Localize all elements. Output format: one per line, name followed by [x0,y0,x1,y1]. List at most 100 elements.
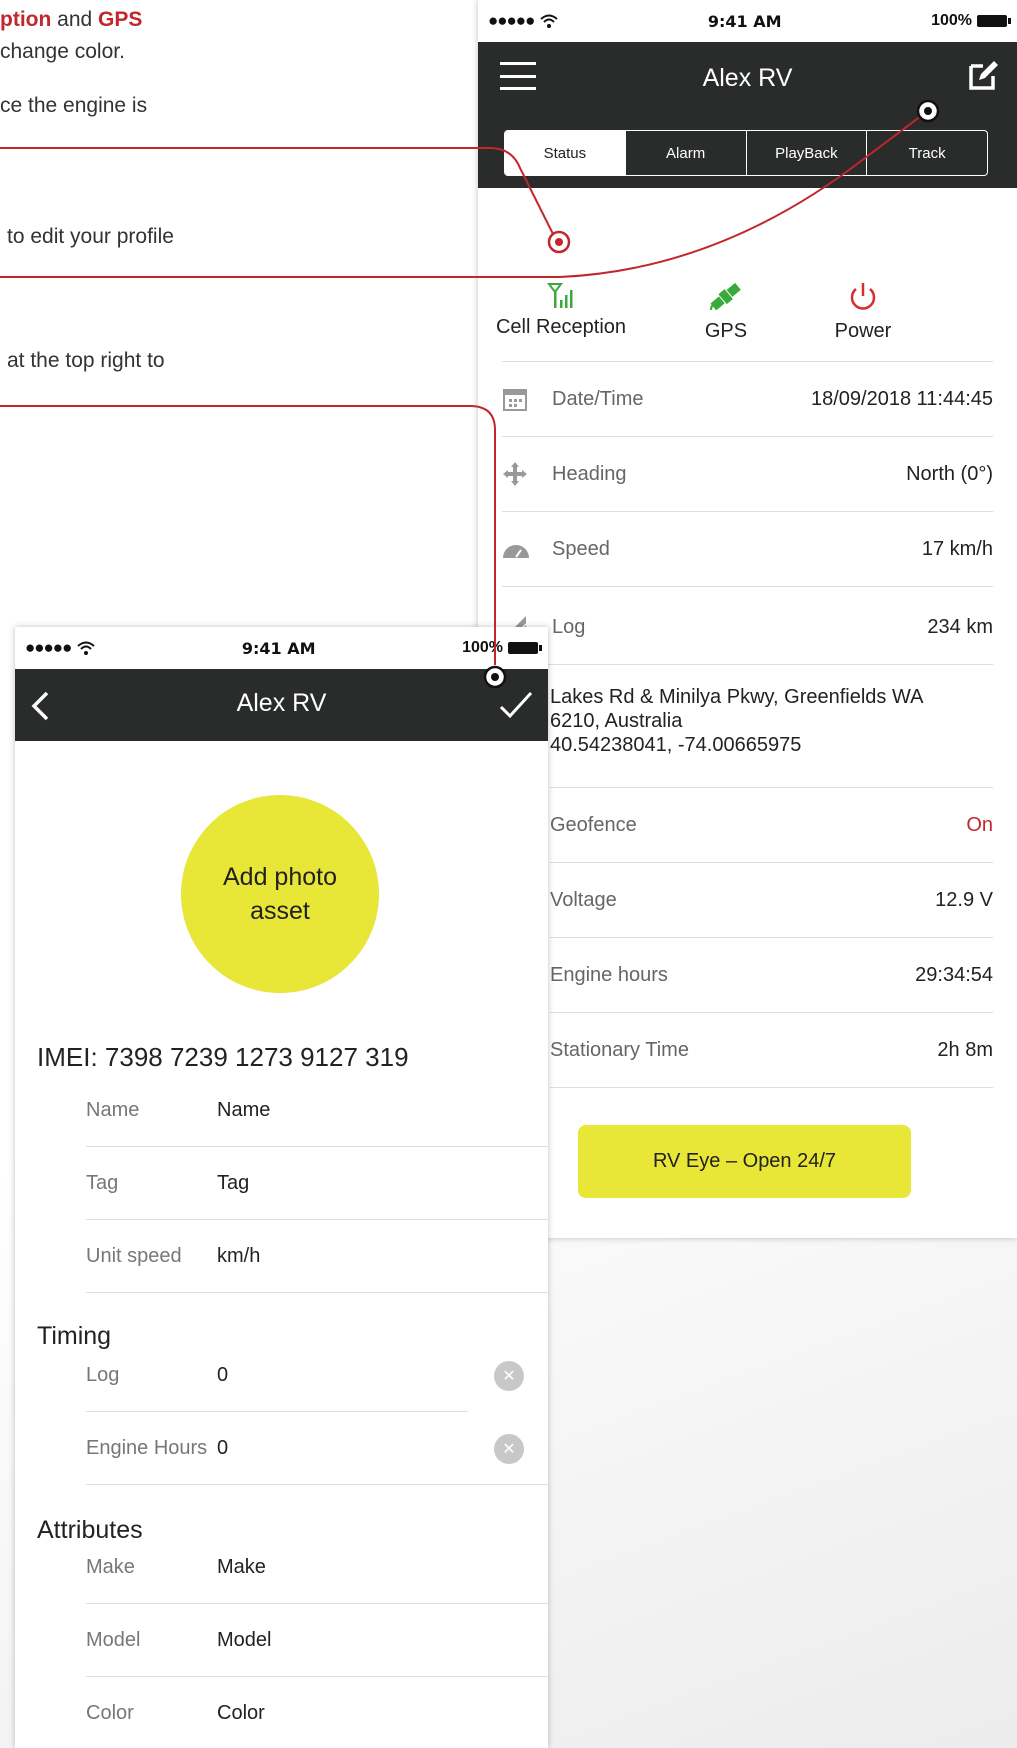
status-time: 9:41 AM [241,638,316,658]
engine-hours-label: Engine hours [550,963,668,986]
field-engine-hours[interactable]: Engine Hours 0 [86,1412,548,1485]
field-make-input[interactable]: Make [217,1556,548,1579]
log-value: 234 km [927,615,993,638]
geofence-value: On [966,813,993,836]
cell-signal-icon [547,283,573,308]
edit-icon[interactable] [967,60,999,92]
field-make-label: Make [86,1555,135,1578]
annotation-and: and [51,8,99,31]
page-title: Alex RV [702,64,793,92]
field-log[interactable]: Log 0 [86,1339,468,1412]
battery-icon [508,642,542,654]
indicator-label-power: Power [834,320,892,342]
speed-label: Speed [552,537,610,560]
clear-engine-hours-button[interactable]: ✕ [494,1434,524,1464]
engine-hours-value: 29:34:54 [915,963,993,986]
power-icon [850,283,876,310]
row-engine-hours: Engine hours 29:34:54 [550,938,993,1013]
wifi-icon [77,641,96,655]
speed-value: 17 km/h [921,537,993,560]
field-color-label: Color [86,1702,134,1724]
heading-label: Heading [552,462,627,485]
page-title: Alex RV [236,689,327,717]
field-tag-input[interactable]: Tag [217,1172,548,1195]
battery-percent: 100% [462,639,503,656]
log-label: Log [552,615,586,638]
signal-dots: ●●●●● [488,11,535,30]
field-color[interactable]: Color Color [86,1677,548,1748]
tab-alarm[interactable]: Alarm [624,131,746,175]
imei-label: IMEI: 7398 7239 1273 9127 319 [37,1042,409,1072]
field-log-label: Log [86,1363,120,1386]
indicator-gps: GPS [666,280,786,343]
row-log: Log 234 km [502,590,993,665]
row-voltage: Voltage 12.9 V [550,863,993,938]
clear-log-button[interactable]: ✕ [494,1361,524,1391]
field-name-label: Name [86,1098,140,1121]
voltage-value: 12.9 V [935,888,993,911]
field-model-label: Model [86,1628,141,1651]
field-name-input[interactable]: Name [217,1099,548,1122]
field-tag[interactable]: Tag Tag [86,1147,548,1220]
battery-indicator: 100% [931,12,1011,30]
signal-dots: ●●●●● [25,638,72,657]
heading-arrows-icon [503,462,527,486]
satellite-icon [710,282,741,311]
annotation-line-1: ption and GPS [0,4,142,36]
field-unit-speed[interactable]: Unit speed km/h [86,1220,548,1293]
indicator-cell-reception: Cell Reception [481,280,641,339]
row-heading: Heading North (0°) [502,437,993,512]
row-datetime: Date/Time 18/09/2018 11:44:45 [502,362,993,437]
app-header: Alex RV Status Alarm PlayBack Track [478,42,1017,188]
status-bar: ●●●●● 9:41 AM 100% [478,0,1017,42]
field-log-input[interactable]: 0 [217,1364,468,1387]
field-model[interactable]: Model Model [86,1604,548,1677]
speedometer-icon [503,545,529,558]
row-geofence: Geofence On [550,788,993,863]
row-speed: Speed 17 km/h [502,512,993,587]
calendar-icon [503,389,527,411]
field-model-input[interactable]: Model [217,1629,548,1652]
stationary-label: Stationary Time [550,1038,689,1061]
stationary-value: 2h 8m [937,1038,993,1061]
checkmark-icon[interactable] [498,689,534,721]
address-coords: 40.54238041, -74.00665975 [550,734,802,756]
add-photo-line-1: Add photo [223,863,337,891]
datetime-label: Date/Time [552,387,644,410]
field-color-input[interactable]: Color [217,1702,548,1725]
annotation-highlight-gps: GPS [98,8,143,31]
datetime-value: 18/09/2018 11:44:45 [810,387,993,410]
wifi-icon [540,14,559,28]
field-make[interactable]: Make Make [86,1531,548,1604]
app-header: Alex RV [15,669,548,741]
annotation-highlight-cell: ption [0,8,52,31]
indicator-label-gps: GPS [704,320,748,342]
indicator-power: Power [803,280,923,343]
field-name[interactable]: Name Name [86,1074,548,1147]
tab-track[interactable]: Track [866,131,987,175]
heading-value: North (0°) [906,462,993,485]
status-screen: ●●●●● 9:41 AM 100% Alex RV Status Alarm … [478,0,1017,1238]
address-block: Lakes Rd & Minilya Pkwy, Greenfields WA … [550,685,993,757]
address-line-2: 6210, Australia [550,710,683,732]
status-time: 9:41 AM [707,11,782,31]
battery-percent: 100% [931,12,972,29]
address-line-1: Lakes Rd & Minilya Pkwy, Greenfields WA [550,686,924,708]
tab-playback[interactable]: PlayBack [745,131,867,175]
annotation-line-4: to edit your profile [7,225,174,248]
annotation-line-3: ce the engine is [0,94,148,117]
signal-indicator: ●●●●● [488,11,559,31]
signal-indicator: ●●●●● [25,638,96,658]
field-unit-speed-label: Unit speed [86,1244,182,1267]
rv-eye-button[interactable]: RV Eye – Open 24/7 [578,1125,911,1198]
field-tag-label: Tag [86,1171,119,1194]
status-bar: ●●●●● 9:41 AM 100% [15,627,548,669]
field-engine-hours-label: Engine Hours [86,1436,208,1459]
edit-profile-screen: ●●●●● 9:41 AM 100% Alex RV Add photo ass… [15,627,548,1748]
battery-indicator: 100% [462,639,542,657]
tab-status[interactable]: Status [505,131,625,175]
add-photo-button[interactable]: Add photo asset [181,795,379,993]
row-stationary-time: Stationary Time 2h 8m [550,1013,993,1088]
field-unit-speed-value[interactable]: km/h [217,1245,548,1268]
add-photo-line-2: asset [250,897,310,925]
